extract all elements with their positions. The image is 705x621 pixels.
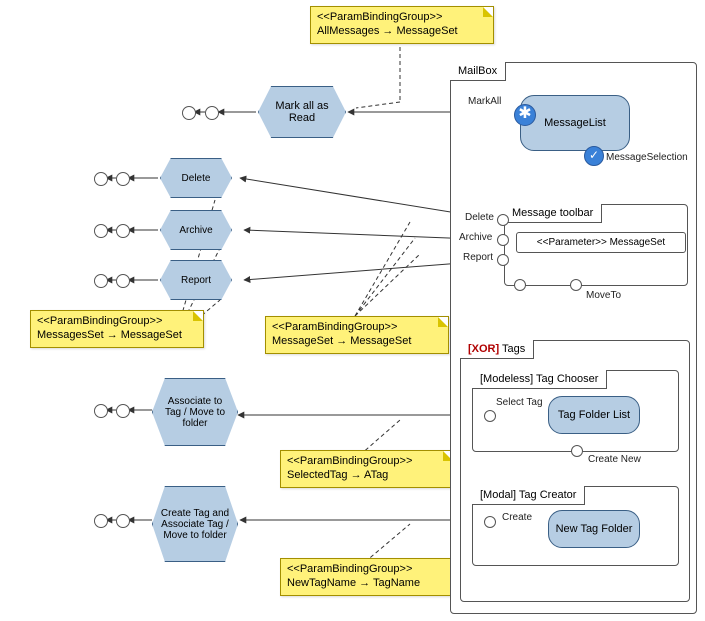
param-messageset: <<Parameter>> MessageSet — [516, 232, 686, 253]
port-moveto — [514, 279, 526, 291]
terminal-port — [116, 224, 130, 238]
terminal-port — [116, 274, 130, 288]
terminal-port — [94, 404, 108, 418]
frame-title: [Modal] Tag Creator — [472, 486, 585, 505]
port-moveto-2 — [570, 279, 582, 291]
terminal-port — [94, 224, 108, 238]
label-create: Create — [502, 512, 532, 523]
label-delete: Delete — [465, 212, 494, 223]
terminal-port — [94, 274, 108, 288]
terminal-port — [182, 106, 196, 120]
port-delete — [497, 214, 509, 226]
port-create-new — [571, 445, 583, 457]
frame-title: [Modeless] Tag Chooser — [472, 370, 607, 389]
action-archive: Archive — [160, 210, 232, 250]
port-select-tag — [484, 410, 496, 422]
terminal-port — [116, 404, 130, 418]
terminal-port — [94, 514, 108, 528]
label-markall: MarkAll — [468, 96, 501, 107]
node-new-tag-folder: New Tag Folder — [548, 510, 640, 548]
label-select-tag: Select Tag — [496, 397, 543, 408]
note-pb-allmessages: <<ParamBindingGroup>> AllMessages → Mess… — [310, 6, 494, 44]
port-create — [484, 516, 496, 528]
label-messageselection: MessageSelection — [606, 152, 688, 163]
label-report: Report — [463, 252, 493, 263]
frame-title: Message toolbar — [504, 204, 602, 223]
note-pb-newtagname: <<ParamBindingGroup>> NewTagName → TagNa… — [280, 558, 464, 596]
action-report: Report — [160, 260, 232, 300]
terminal-port — [205, 106, 219, 120]
note-pb-selectedtag: <<ParamBindingGroup>> SelectedTag → ATag — [280, 450, 454, 488]
node-tag-folder-list: Tag Folder List — [548, 396, 640, 434]
default-badge-icon: ✱ — [514, 104, 536, 126]
frame-title: [XOR] Tags — [460, 340, 534, 359]
port-report — [497, 254, 509, 266]
terminal-port — [94, 172, 108, 186]
action-markall: Mark all as Read — [258, 86, 346, 138]
action-create-tag: Create Tag and Associate Tag / Move to f… — [152, 486, 238, 562]
action-associate-tag: Associate to Tag / Move to folder — [152, 378, 238, 446]
terminal-port — [116, 172, 130, 186]
frame-title: MailBox — [450, 62, 506, 81]
check-badge-icon: ✓ — [584, 146, 604, 166]
node-messagelist: MessageList — [520, 95, 630, 151]
label-create-new: Create New — [588, 454, 641, 465]
label-archive: Archive — [459, 232, 492, 243]
action-delete: Delete — [160, 158, 232, 198]
port-archive — [497, 234, 509, 246]
note-pb-messagesset: <<ParamBindingGroup>> MessagesSet → Mess… — [30, 310, 204, 348]
note-pb-messageset: <<ParamBindingGroup>> MessageSet → Messa… — [265, 316, 449, 354]
label-moveto: MoveTo — [586, 290, 621, 301]
terminal-port — [116, 514, 130, 528]
